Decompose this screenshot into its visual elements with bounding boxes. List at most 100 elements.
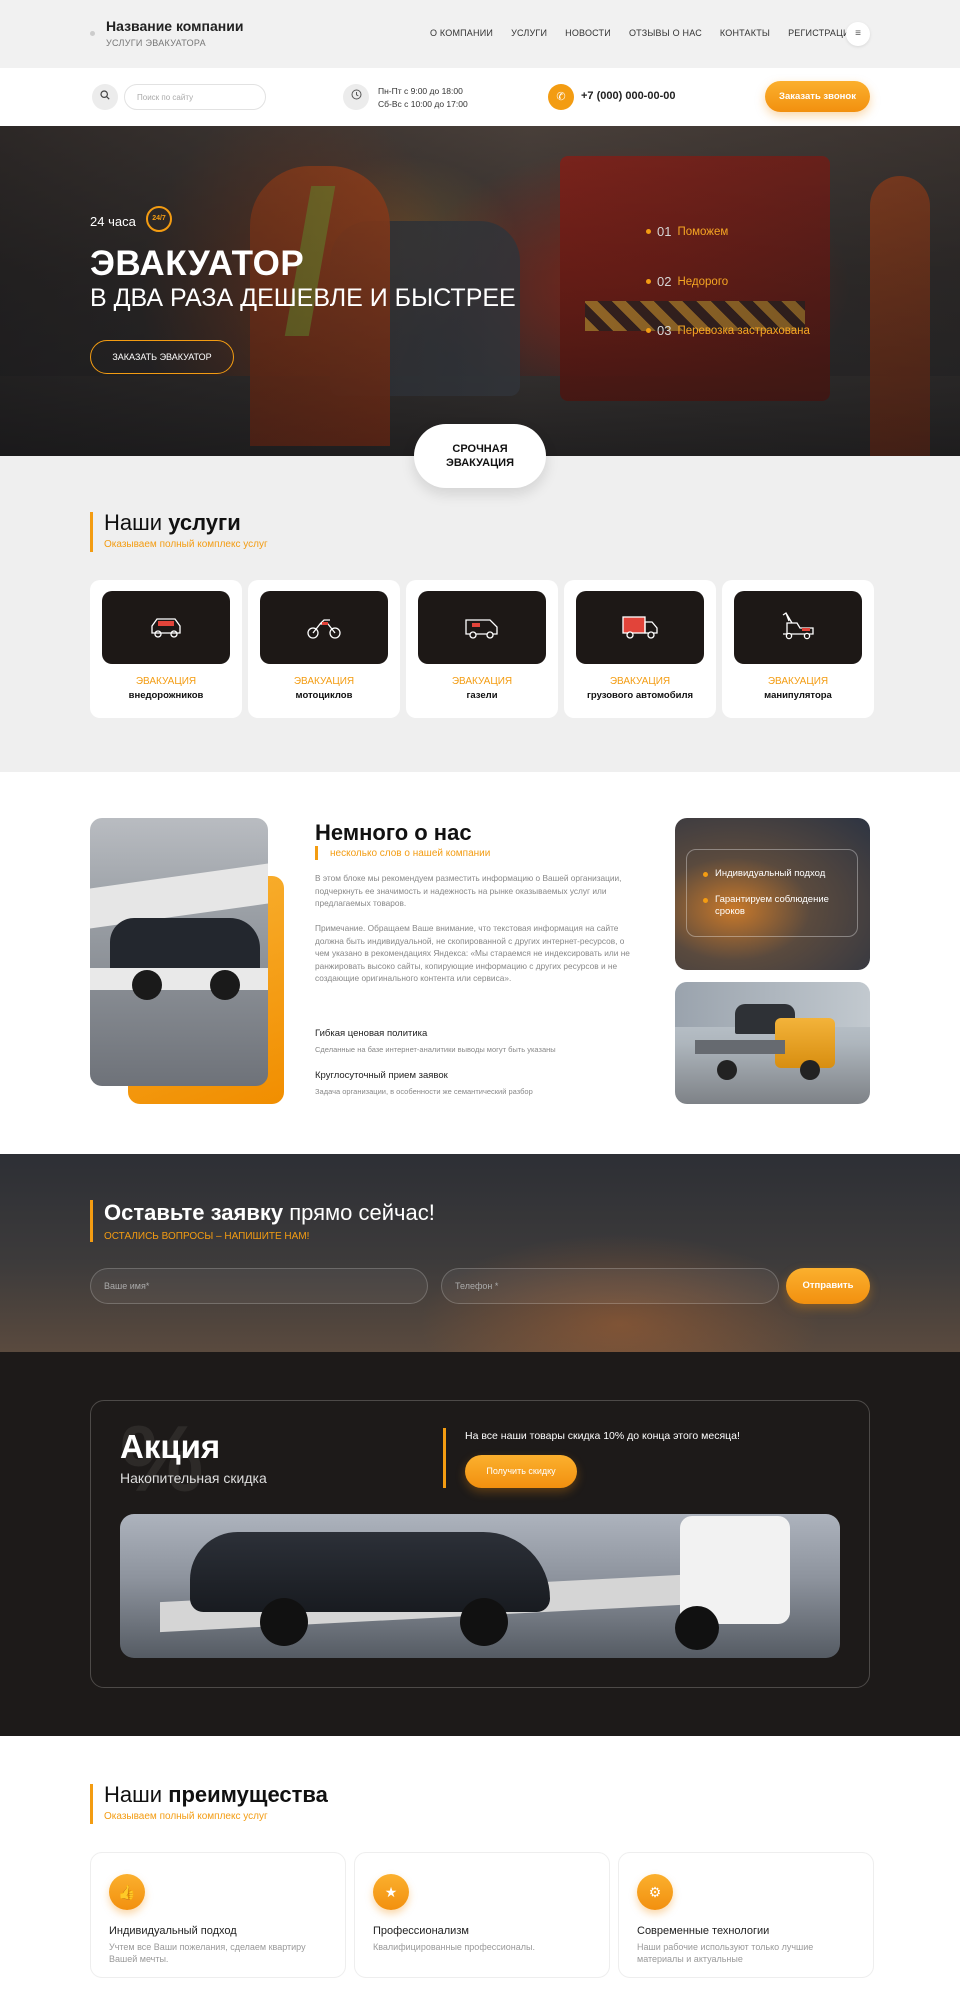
main-nav: О КОМПАНИИ УСЛУГИ НОВОСТИ ОТЗЫВЫ О НАС К… — [430, 28, 856, 38]
service-card-top: ЭВАКУАЦИЯ — [135, 676, 197, 687]
about-paragraph-2: Примечание. Обращаем Ваше внимание, что … — [315, 923, 630, 983]
promo-subtitle: Накопительная скидка — [120, 1470, 267, 1486]
service-card-image — [418, 591, 546, 664]
hours-weekend: Сб-Вс с 10:00 до 17:00 — [378, 99, 468, 109]
advantage-card: ⚙ Современные технологии Наши рабочие ис… — [618, 1852, 874, 1978]
get-discount-button[interactable]: Получить скидку — [465, 1455, 577, 1488]
phone-input[interactable]: Телефон * — [441, 1268, 779, 1304]
feature-number: 02 — [657, 274, 672, 289]
hours-weekdays: Пн-Пт с 9:00 до 18:00 — [378, 86, 463, 96]
advantage-card: 👍 Индивидуальный подход Учтем все Ваши п… — [90, 1852, 346, 1978]
service-card-top: ЭВАКУАЦИЯ — [609, 676, 671, 687]
bullet-icon — [703, 898, 708, 903]
request-title: Оставьте заявку прямо сейчас! — [104, 1200, 435, 1226]
request-title-light: прямо сейчас! — [289, 1200, 435, 1225]
service-card-moto[interactable]: ЭВАКУАЦИЯ мотоциклов — [248, 580, 400, 718]
logo-icon — [90, 31, 95, 36]
bullet-icon — [646, 229, 651, 234]
service-card-crane[interactable]: ЭВАКУАЦИЯ манипулятора — [722, 580, 874, 718]
nav-item-services[interactable]: УСЛУГИ — [511, 28, 547, 38]
order-tow-button[interactable]: ЗАКАЗАТЬ ЭВАКУАТОР — [90, 340, 234, 374]
feature-label: Поможем — [677, 225, 729, 238]
advantages-title: Наши преимущества — [104, 1782, 328, 1808]
name-input[interactable]: Ваше имя* — [90, 1268, 428, 1304]
menu-icon[interactable]: ≡ — [846, 22, 870, 46]
advantage-title: Современные технологии — [637, 1925, 770, 1937]
urgent-line2: ЭВАКУАЦИЯ — [446, 457, 514, 469]
working-hours: Пн-Пт с 9:00 до 18:00 Сб-Вс с 10:00 до 1… — [378, 85, 468, 111]
advantage-title: Индивидуальный подход — [109, 1925, 237, 1937]
technology-icon: ⚙ — [637, 1874, 673, 1910]
service-card-bottom: газели — [466, 690, 498, 701]
service-card-top: ЭВАКУАЦИЯ — [293, 676, 355, 687]
about-highlight-card: Индивидуальный подход Гарантируем соблюд… — [675, 818, 870, 970]
service-card-top: ЭВАКУАЦИЯ — [767, 676, 829, 687]
service-card-bottom: грузового автомобиля — [586, 690, 694, 701]
bullet-icon — [646, 279, 651, 284]
about-paragraph-1: В этом блоке мы рекомендуем разместить и… — [315, 873, 622, 908]
promo-photo — [120, 1514, 840, 1658]
nav-item-contacts[interactable]: КОНТАКТЫ — [720, 28, 770, 38]
company-name[interactable]: Название компании — [106, 18, 243, 34]
about-feature-desc: Задача организации, в особенности же сем… — [315, 1087, 533, 1096]
about-photo — [90, 818, 268, 1086]
about-accent-bar — [315, 846, 318, 860]
about-feature-title: Гибкая ценовая политика — [315, 1028, 428, 1039]
suv-icon — [151, 618, 181, 638]
nav-item-about[interactable]: О КОМПАНИИ — [430, 28, 493, 38]
bullet-icon — [646, 328, 651, 333]
section-accent-bar — [90, 1200, 93, 1242]
feature-label: Перевозка застрахована — [677, 324, 810, 337]
company-subtitle: УСЛУГИ ЭВАКУАТОРА — [106, 38, 206, 48]
advantage-title: Профессионализм — [373, 1925, 469, 1937]
service-card-bottom: мотоциклов — [295, 690, 353, 701]
hero-banner: 24 часа 24/7 ЭВАКУАТОР В ДВА РАЗА ДЕШЕВЛ… — [0, 126, 960, 456]
service-cards: ЭВАКУАЦИЯ внедорожников ЭВАКУАЦИЯ мотоци… — [90, 580, 874, 718]
crane-icon — [782, 612, 814, 640]
urgent-line1: СРОЧНАЯ — [452, 443, 508, 455]
advantage-desc: Квалифицированные профессионалы. — [373, 1942, 535, 1952]
about-subtitle: несколько слов о нашей компании — [330, 848, 491, 859]
service-card-truck[interactable]: ЭВАКУАЦИЯ грузового автомобиля — [564, 580, 716, 718]
service-card-image — [734, 591, 862, 664]
hero-feature: 03 Перевозка застрахована — [646, 323, 810, 338]
urgent-evacuation-button[interactable]: СРОЧНАЯ ЭВАКУАЦИЯ — [414, 424, 546, 488]
feature-number: 01 — [657, 224, 672, 239]
hero-title: ЭВАКУАТОР — [90, 244, 305, 283]
clock-icon — [343, 84, 369, 110]
service-card-suv[interactable]: ЭВАКУАЦИЯ внедорожников — [90, 580, 242, 718]
submit-button[interactable]: Отправить — [786, 1268, 870, 1304]
atv-icon — [307, 619, 341, 639]
badge-247-icon: 24/7 — [146, 206, 172, 232]
nav-item-news[interactable]: НОВОСТИ — [565, 28, 611, 38]
services-title: Наши услуги — [104, 510, 241, 536]
hero-24-label: 24 часа — [90, 214, 136, 229]
service-card-bottom: внедорожников — [128, 690, 204, 701]
request-title-bold: Оставьте заявку — [104, 1200, 284, 1225]
request-subtitle: ОСТАЛИСЬ ВОПРОСЫ – НАПИШИТЕ НАМ! — [104, 1231, 310, 1242]
promo-text: На все наши товары скидка 10% до конца э… — [465, 1430, 740, 1442]
services-title-light: Наши — [104, 510, 163, 535]
bullet-icon — [703, 872, 708, 877]
truck-icon — [622, 616, 658, 639]
highlight-item: Гарантируем соблюдение сроков — [715, 894, 829, 917]
search-input[interactable]: Поиск по сайту — [124, 84, 266, 110]
advantage-desc: Наши рабочие используют только лучшие ма… — [637, 1942, 814, 1964]
order-call-button[interactable]: Заказать звонок — [765, 81, 870, 112]
services-title-bold: услуги — [168, 510, 241, 535]
service-card-bottom: манипулятора — [764, 690, 832, 701]
advantages-title-bold: преимущества — [168, 1782, 328, 1807]
phone-number[interactable]: +7 (000) 000-00-00 — [581, 90, 675, 102]
nav-item-reviews[interactable]: ОТЗЫВЫ О НАС — [629, 28, 702, 38]
about-title: Немного о нас — [315, 820, 472, 845]
about-feature-desc: Сделанные на базе интернет-аналитики выв… — [315, 1045, 556, 1054]
promo-title: Акция — [120, 1428, 221, 1465]
van-icon — [465, 619, 498, 639]
advantages-title-light: Наши — [104, 1782, 163, 1807]
service-card-van[interactable]: ЭВАКУАЦИЯ газели — [406, 580, 558, 718]
medal-icon: ★ — [373, 1874, 409, 1910]
hero-feature: 01 Поможем — [646, 224, 728, 239]
search-icon[interactable] — [92, 84, 118, 110]
hero-subtitle: В ДВА РАЗА ДЕШЕВЛЕ И БЫСТРЕЕ — [90, 284, 516, 312]
service-card-image — [102, 591, 230, 664]
